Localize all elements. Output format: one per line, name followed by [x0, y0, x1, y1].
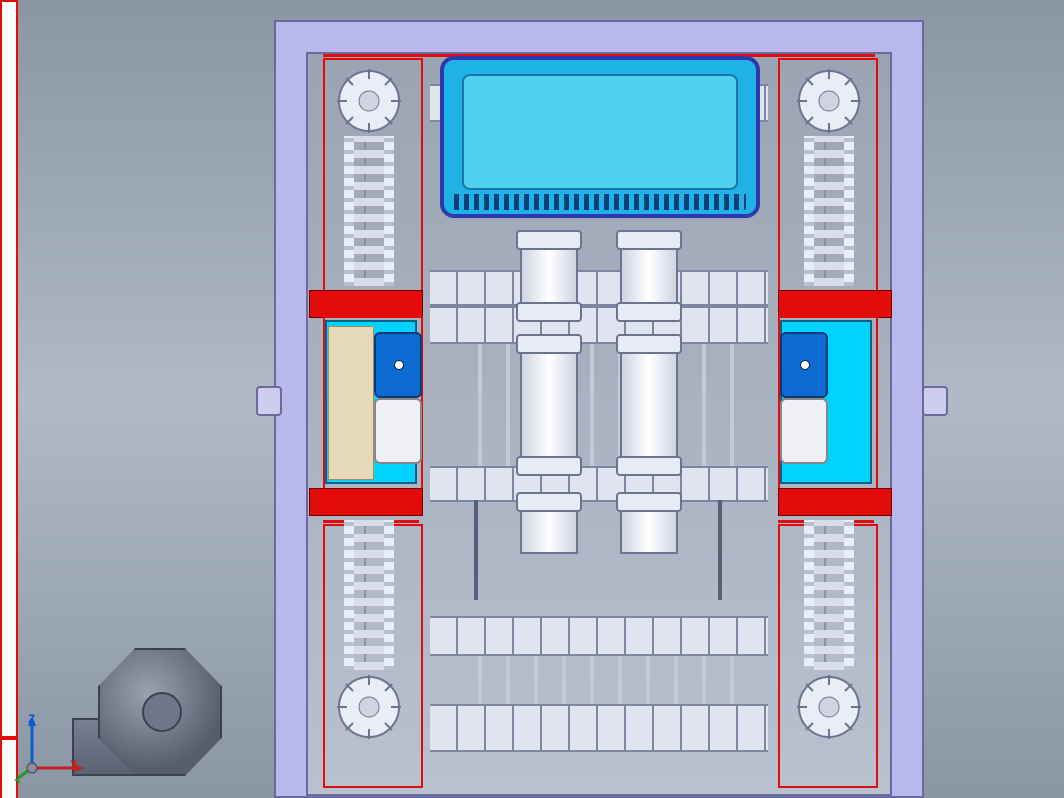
drive-cylinder-low-right — [620, 500, 678, 554]
sprocket-left-bottom — [334, 672, 404, 742]
sprocket-right-top — [794, 66, 864, 136]
chain-column-right — [792, 60, 866, 784]
vertical-grate-bot — [454, 652, 746, 704]
tray-rack-teeth — [454, 194, 746, 210]
guide-post-right — [718, 500, 722, 600]
sprocket-right-bottom — [794, 672, 864, 742]
rack-shelf-3 — [430, 306, 768, 344]
frame-flange-left — [256, 386, 282, 416]
drive-cylinder-mid-right — [620, 342, 678, 468]
gear-motor — [72, 648, 222, 788]
cad-scene: X Z outer-frame — [0, 0, 1064, 798]
sprocket-left-top — [334, 66, 404, 136]
guide-post-left — [474, 500, 478, 600]
chain-right-lower — [804, 520, 854, 670]
drive-cylinder-upper-right — [620, 238, 678, 314]
cad-viewport[interactable]: X Z outer-frame — [0, 0, 1064, 798]
rack-shelf-5 — [430, 616, 768, 656]
rack-shelf-4 — [430, 466, 768, 502]
drive-cylinder-low-left — [520, 500, 578, 554]
frame-flange-right — [922, 386, 948, 416]
top-tray — [440, 56, 760, 218]
axis-x-label: X — [70, 758, 78, 772]
vertical-grate-mid — [454, 340, 746, 466]
chain-column-left — [332, 60, 406, 784]
chain-left-lower — [344, 520, 394, 670]
drive-cylinder-upper-left — [520, 238, 578, 314]
view-axes-triad: X Z — [14, 714, 86, 786]
chain-left-upper — [344, 136, 394, 286]
red-rail-left — [0, 0, 18, 738]
motor-shaft-hub — [142, 692, 182, 732]
rack-shelf-2 — [430, 270, 768, 306]
drive-cylinder-mid-left — [520, 342, 578, 468]
rack-shelf-6 — [430, 704, 768, 752]
axis-z-label: Z — [28, 712, 35, 726]
chain-right-upper — [804, 136, 854, 286]
